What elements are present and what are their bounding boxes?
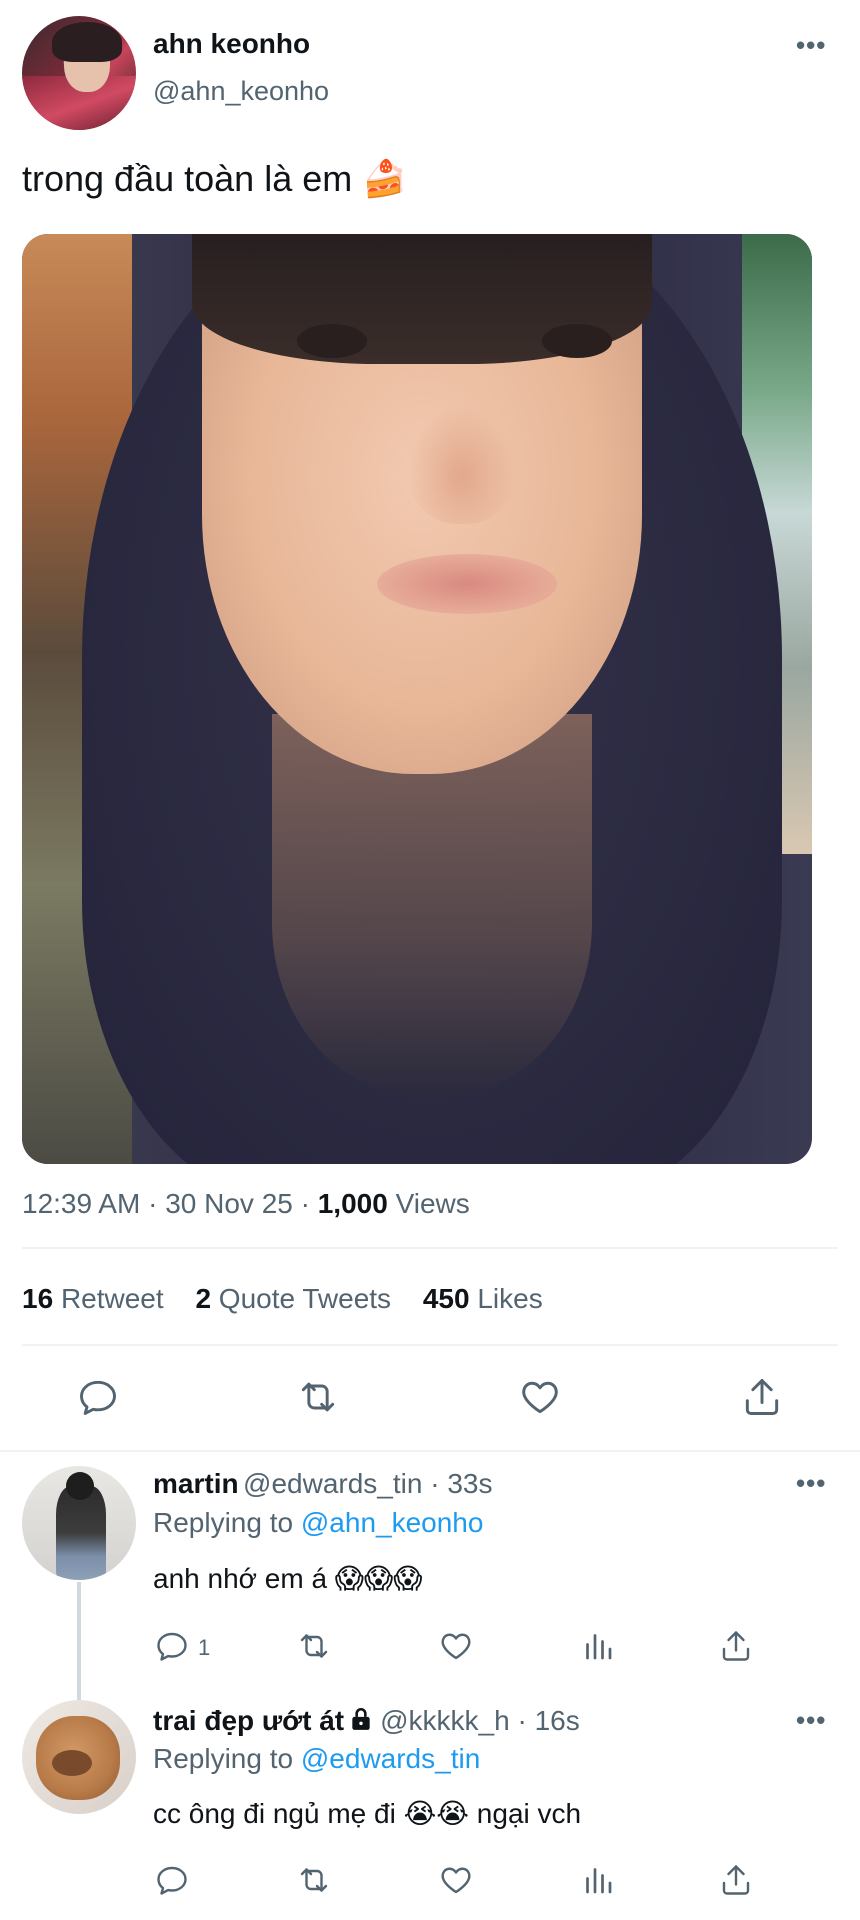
tweet-text: trong đầu toàn là em 🍰 [22, 158, 408, 199]
reply-text: anh nhớ em á 😱😱😱 [153, 1563, 423, 1594]
likes-label: Likes [477, 1283, 543, 1314]
reply-avatar[interactable] [22, 1466, 136, 1580]
replying-to: Replying to @ahn_keonho [153, 1507, 483, 1539]
retweet-icon[interactable] [296, 1375, 340, 1419]
avatar-hair [52, 22, 122, 62]
meta-separator: · [292, 1188, 318, 1219]
replying-prefix: Replying to [153, 1507, 294, 1538]
like-icon[interactable] [438, 1862, 474, 1898]
stats-icon[interactable] [580, 1628, 616, 1664]
reply-author-handle[interactable]: @kkkkk_h [380, 1705, 510, 1736]
more-options-icon[interactable]: ••• [796, 1468, 826, 1499]
lock-icon [352, 1707, 370, 1730]
retweets-label: Retweet [60, 1283, 164, 1314]
author-handle[interactable]: @ahn_keonho [153, 76, 329, 107]
reply-author-handle[interactable]: @edwards_tin [243, 1468, 422, 1499]
reply-time: 16s [534, 1705, 580, 1736]
views-count: 1,000 [317, 1188, 388, 1219]
meta-separator: · [422, 1468, 448, 1499]
divider [22, 1344, 838, 1346]
meta-separator: · [509, 1705, 535, 1736]
reply-text: cc ông đi ngủ mẹ đi 😭😭 ngại vch [153, 1798, 582, 1829]
reply-avatar[interactable] [22, 1700, 136, 1814]
quotes-stat[interactable]: 2 Quote Tweets [195, 1283, 391, 1314]
share-icon[interactable] [740, 1375, 784, 1419]
more-options-icon[interactable]: ••• [796, 30, 826, 61]
retweet-icon[interactable] [296, 1628, 332, 1664]
reply-author-name[interactable]: martin [153, 1468, 239, 1499]
reply-icon[interactable] [154, 1862, 190, 1898]
like-icon[interactable] [518, 1375, 562, 1419]
replying-to: Replying to @edwards_tin [153, 1743, 480, 1775]
retweets-count: 16 [22, 1283, 54, 1314]
retweets-stat[interactable]: 16 Retweet [22, 1283, 164, 1314]
quotes-count: 2 [195, 1283, 212, 1314]
share-icon[interactable] [718, 1628, 754, 1664]
avatar-head [66, 1472, 94, 1500]
reply-count: 1 [198, 1635, 211, 1660]
stats-icon[interactable] [580, 1862, 616, 1898]
replying-to-link[interactable]: @ahn_keonho [301, 1507, 484, 1538]
views-label: Views [395, 1188, 470, 1219]
tweet-stats: 16 Retweet 2 Quote Tweets 450 Likes [22, 1283, 543, 1315]
photo-left-eye [297, 324, 367, 358]
avatar-figure [56, 1486, 106, 1580]
likes-count: 450 [422, 1283, 470, 1314]
author-name[interactable]: ahn keonho [153, 28, 310, 60]
tweet-photo[interactable] [22, 234, 812, 1164]
tweet-date: 30 Nov 25 [165, 1188, 293, 1219]
reply-time: 33s [447, 1468, 493, 1499]
more-options-icon[interactable]: ••• [796, 1705, 826, 1736]
share-icon[interactable] [718, 1862, 754, 1898]
like-icon[interactable] [438, 1628, 474, 1664]
divider [22, 1247, 838, 1249]
likes-stat[interactable]: 450 Likes [423, 1283, 543, 1314]
thread-line [77, 1582, 81, 1700]
reply-header: trai đẹp ướt át @kkkkk_h · 16s [153, 1705, 580, 1737]
replying-prefix: Replying to [153, 1743, 294, 1774]
meta-separator: · [140, 1188, 166, 1219]
replying-to-link[interactable]: @edwards_tin [301, 1743, 480, 1774]
tweet-time: 12:39 AM [22, 1188, 141, 1219]
author-avatar[interactable] [22, 16, 136, 130]
photo-right-eye [542, 324, 612, 358]
retweet-icon[interactable] [296, 1862, 332, 1898]
reply-icon[interactable] [76, 1375, 120, 1419]
photo-lips [377, 554, 557, 614]
photo-nose [407, 404, 517, 524]
avatar-dog-snout [52, 1750, 92, 1776]
reply-author-name[interactable]: trai đẹp ướt át [153, 1705, 344, 1736]
tweet-meta: 12:39 AM · 30 Nov 25 · 1,000 Views [22, 1188, 470, 1220]
quotes-label: Quote Tweets [218, 1283, 392, 1314]
reply-header: martin @edwards_tin · 33s [153, 1468, 492, 1500]
reply-icon[interactable] [154, 1628, 190, 1664]
divider [0, 1450, 860, 1452]
